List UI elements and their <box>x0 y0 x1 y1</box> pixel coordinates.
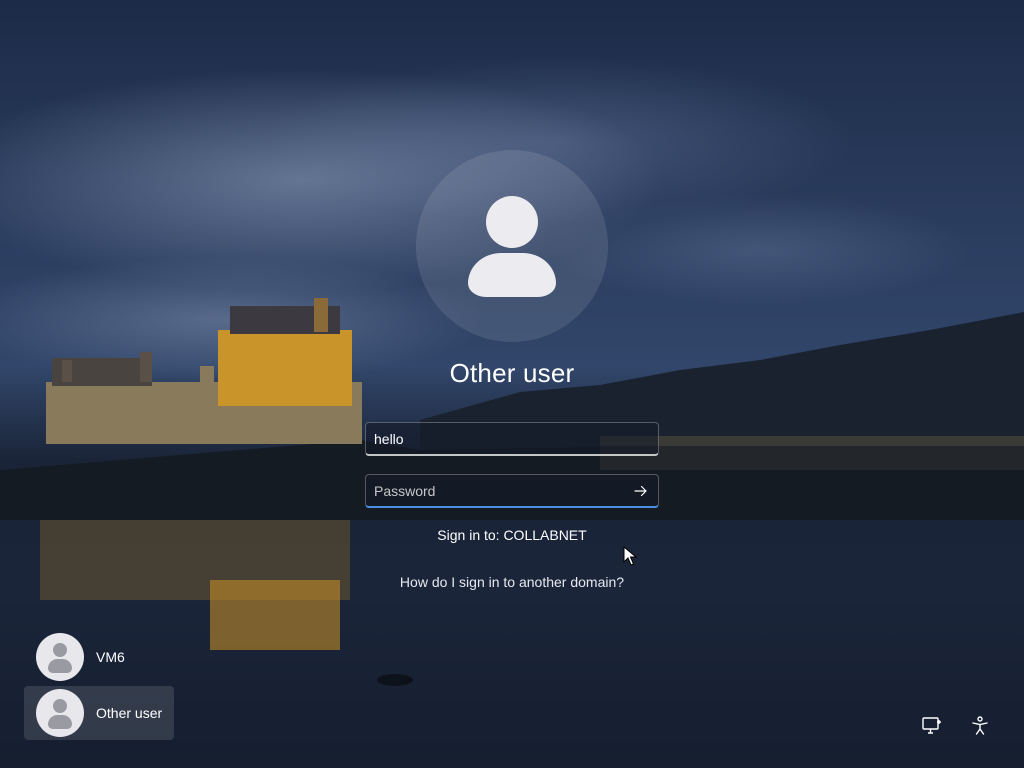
selected-user-name: Other user <box>449 358 575 388</box>
mouse-cursor-icon <box>623 546 637 566</box>
user-tile-vm6[interactable]: VM6 <box>24 630 174 684</box>
other-domain-help-link[interactable]: How do I sign in to another domain? <box>312 574 712 590</box>
user-avatar <box>416 150 608 342</box>
network-icon[interactable] <box>920 714 944 738</box>
submit-arrow-icon[interactable] <box>632 482 650 500</box>
user-avatar-icon <box>36 689 84 737</box>
user-avatar-body <box>468 253 556 297</box>
user-tile-label: Other user <box>96 705 163 721</box>
password-field[interactable] <box>365 474 659 508</box>
username-field[interactable] <box>365 422 659 456</box>
user-avatar-icon <box>36 633 84 681</box>
user-tile-label: VM6 <box>96 649 125 665</box>
user-tile-other-user[interactable]: Other user <box>24 686 174 740</box>
username-input[interactable] <box>374 423 624 455</box>
user-avatar-head <box>486 196 538 248</box>
sign-in-domain-text: Sign in to: COLLABNET <box>437 527 587 543</box>
accessibility-icon[interactable] <box>968 714 992 738</box>
password-input[interactable] <box>374 475 624 507</box>
